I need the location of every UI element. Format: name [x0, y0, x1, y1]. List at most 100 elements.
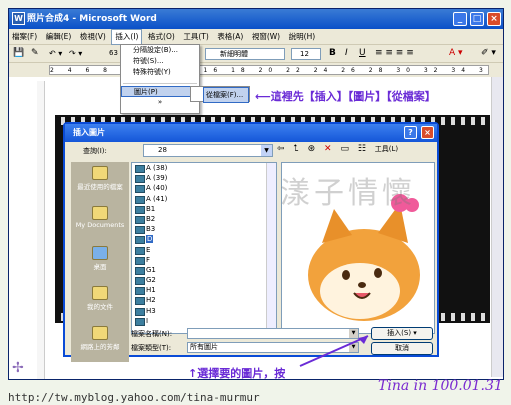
new-folder-icon[interactable]: ▭ — [340, 144, 352, 154]
menu-help[interactable]: 說明(H) — [286, 29, 319, 45]
signature: Tina in 100.01.31 — [378, 378, 503, 394]
place-my-documents[interactable]: My Documents — [71, 204, 129, 242]
save-icon[interactable]: 💾 — [13, 48, 24, 58]
place-network[interactable]: 網路上的芳鄰 — [71, 324, 129, 362]
font-color-icon[interactable]: A ▾ — [449, 48, 463, 58]
horizontal-ruler: 2 4 6 8 10 12 14 16 18 20 22 24 26 28 30… — [9, 63, 503, 77]
place-recent-label: 最近使用的檔案 — [77, 183, 123, 191]
look-in-dropdown[interactable]: 28 ▼ — [143, 144, 273, 157]
look-in-value: 28 — [158, 146, 167, 154]
menu-window[interactable]: 視窗(W) — [249, 29, 283, 45]
font-size-box[interactable]: 12 — [291, 48, 321, 60]
menu-table[interactable]: 表格(A) — [214, 29, 246, 45]
insert-picture-dialog: 插入圖片 ? × 查詢(I): 28 ▼ ⇦ ⮤ ⊛ ✕ ▭ ☷ 工具(L) 最… — [63, 122, 439, 362]
zoom-value[interactable]: 63 — [109, 49, 118, 57]
close-button[interactable]: × — [487, 12, 501, 26]
my-documents-icon — [92, 286, 108, 300]
place-my-documents-label: My Documents — [75, 221, 125, 229]
filetype-label: 檔案類型(T): — [131, 344, 172, 352]
list-item[interactable]: E — [132, 245, 276, 255]
place-network-label: 網路上的芳鄰 — [80, 343, 120, 351]
insert-button-label: 插入(S) — [387, 329, 412, 337]
dragonfly-icon: ✢ — [12, 360, 24, 376]
font-name-value: 新細明體 — [220, 50, 248, 58]
align-icons[interactable]: ≡ ≡ ≡ ≡ — [375, 48, 414, 58]
ruler-scale: 2 4 6 8 10 12 14 16 18 20 22 24 26 28 30… — [49, 65, 489, 75]
vertical-scrollbar[interactable] — [491, 77, 503, 377]
list-item[interactable]: B1 — [132, 204, 276, 214]
place-my-computer[interactable]: 我的文件 — [71, 284, 129, 322]
menu-tools[interactable]: 工具(T) — [180, 29, 211, 45]
file-list-scrollbar[interactable] — [266, 163, 276, 333]
italic-button[interactable]: I — [345, 48, 348, 58]
chevron-down-icon: ▼ — [261, 145, 272, 156]
place-desktop[interactable]: 桌面 — [71, 244, 129, 282]
menu-item-from-file[interactable]: 從檔案(F)... — [203, 87, 249, 103]
list-item[interactable]: F — [132, 255, 276, 265]
format-painter-icon[interactable]: ✎ — [31, 48, 39, 58]
annotation-top-text: 這裡先【插入】【圖片】【從檔案】 — [270, 90, 436, 103]
list-item[interactable]: I — [132, 316, 276, 326]
place-my-computer-label: 我的文件 — [87, 303, 113, 311]
cancel-button-label: 取消 — [395, 344, 409, 352]
menu-edit[interactable]: 編輯(E) — [43, 29, 75, 45]
delete-icon[interactable]: ✕ — [324, 144, 335, 154]
list-item[interactable]: H1 — [132, 285, 276, 296]
search-web-icon[interactable]: ⊛ — [308, 144, 319, 154]
menu-bar: 檔案(F) 編輯(E) 檢視(V) 插入(I) 格式(O) 工具(T) 表格(A… — [9, 29, 503, 45]
redo-icon[interactable]: ↷ ▾ — [69, 49, 82, 58]
list-item[interactable]: H3 — [132, 306, 276, 316]
dialog-title-bar: 插入圖片 ? × — [65, 124, 437, 142]
maximize-button[interactable]: □ — [470, 12, 484, 26]
annotation-bottom: ↑選擇要的圖片，按 — [188, 367, 286, 380]
file-list[interactable]: A (38) A (39) A (40) A (41) B1 B2 B3 D E… — [131, 162, 277, 334]
help-button[interactable]: ? — [404, 126, 417, 139]
place-recent[interactable]: 最近使用的檔案 — [71, 164, 129, 202]
underline-button[interactable]: U — [359, 48, 366, 58]
word-app-icon: W — [12, 12, 25, 25]
menu-item-break[interactable]: 分隔設定(B)... — [121, 45, 199, 56]
list-item[interactable]: H2 — [132, 295, 276, 306]
list-item[interactable]: A (39) — [132, 173, 276, 184]
menu-more-chevron[interactable]: » — [121, 97, 199, 108]
menu-view[interactable]: 檢視(V) — [77, 29, 109, 45]
font-name-box[interactable]: 新細明體 — [205, 48, 285, 60]
annotation-top: ⟵這裡先【插入】【圖片】【從檔案】 — [255, 88, 436, 104]
list-item[interactable]: G1 — [132, 265, 276, 276]
network-icon — [92, 326, 108, 340]
list-item[interactable]: B2 — [132, 214, 276, 225]
back-icon[interactable]: ⇦ — [277, 144, 288, 154]
menu-file[interactable]: 檔案(F) — [9, 29, 40, 45]
menu-insert[interactable]: 插入(I) — [111, 29, 143, 45]
dialog-close-button[interactable]: × — [421, 126, 434, 139]
menu-format[interactable]: 格式(O) — [145, 29, 178, 45]
menu-item-special-symbol[interactable]: 特殊符號(Y) — [121, 67, 199, 78]
list-item[interactable]: B3 — [132, 224, 276, 235]
insert-button[interactable]: 插入(S) ▾ — [371, 327, 433, 340]
list-item[interactable]: A (38) — [132, 163, 276, 174]
list-item[interactable]: G2 — [132, 275, 276, 286]
menu-item-symbol[interactable]: 符號(S)... — [121, 56, 199, 67]
views-icon[interactable]: ☷ — [358, 144, 369, 154]
bold-button[interactable]: B — [329, 48, 336, 58]
minimize-button[interactable]: _ — [453, 12, 467, 26]
cancel-button[interactable]: 取消 — [371, 342, 433, 355]
menu-item-picture[interactable]: 圖片(P) — [121, 86, 199, 97]
recent-folder-icon — [92, 166, 108, 180]
list-item-selected[interactable]: D — [132, 234, 276, 245]
dialog-toolbar: ⇦ ⮤ ⊛ ✕ ▭ ☷ 工具(L) — [277, 144, 398, 154]
undo-icon[interactable]: ↶ ▾ — [49, 49, 62, 58]
title-bar: W 照片合成4 - Microsoft Word _ □ × — [9, 9, 503, 29]
watermark: 漾子情懷 — [280, 176, 416, 211]
tools-menu[interactable]: 工具(L) — [375, 145, 398, 153]
documents-folder-icon — [92, 206, 108, 220]
list-item[interactable]: A (40) — [132, 183, 276, 194]
places-bar: 最近使用的檔案 My Documents 桌面 我的文件 網路上的芳鄰 — [71, 162, 129, 362]
screenshot-frame: W 照片合成4 - Microsoft Word _ □ × 檔案(F) 編輯(… — [0, 0, 511, 405]
annotation-arrow-icon — [299, 335, 369, 367]
highlight-icon[interactable]: ✐ ▾ — [481, 48, 496, 58]
font-size-value: 12 — [300, 50, 309, 58]
list-item[interactable]: A (41) — [132, 194, 276, 204]
up-folder-icon[interactable]: ⮤ — [293, 144, 301, 154]
formatting-toolbar: 💾 ✎ ↶ ▾ ↷ ▾ 63 新細明體 12 B I U ≡ ≡ ≡ ≡ A ▾… — [9, 45, 503, 63]
